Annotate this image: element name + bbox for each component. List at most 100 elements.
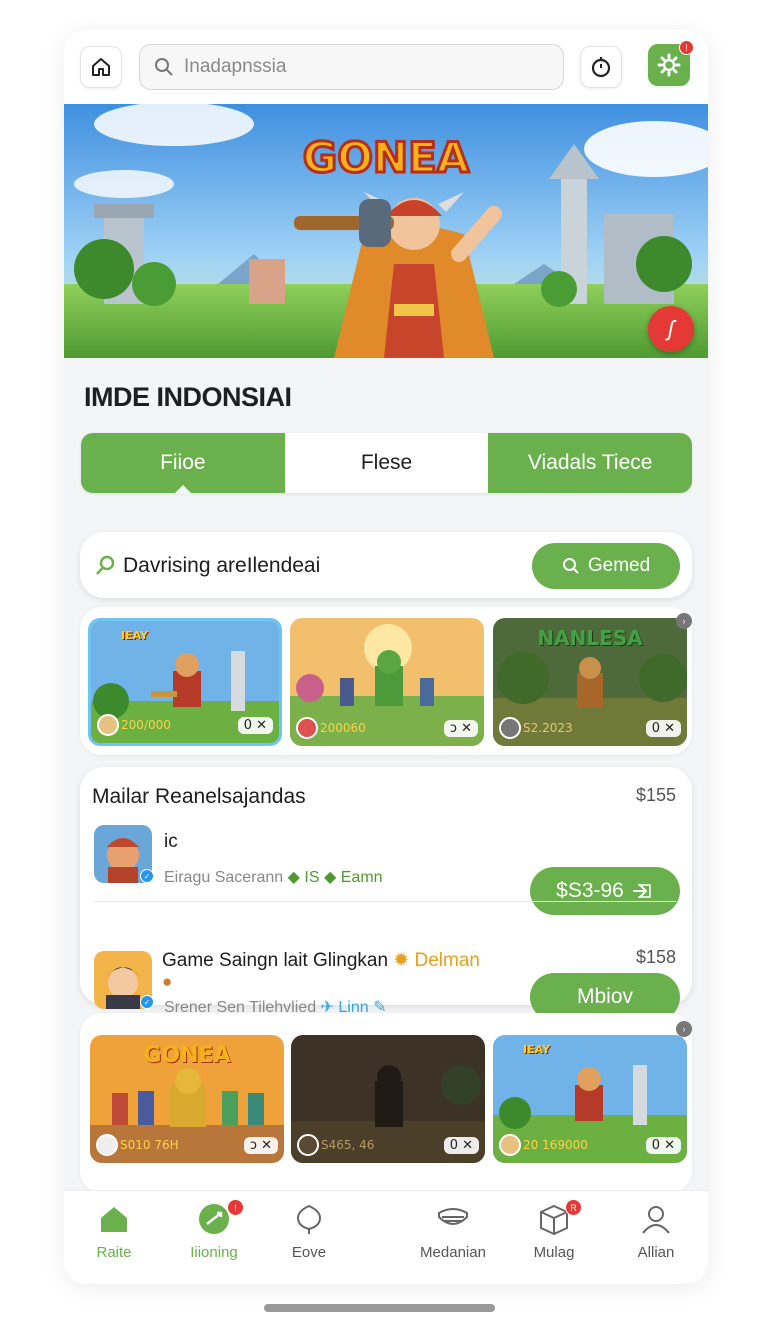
nav-item-allian[interactable]: Allian xyxy=(611,1203,701,1261)
game-card[interactable]: S465, 46 0 ✕ xyxy=(291,1035,485,1163)
nav-badge: ! xyxy=(227,1199,244,1216)
card-price: 200/000 xyxy=(121,718,171,732)
item-title-text: Game Saingn lait Glingkan xyxy=(162,950,389,971)
item-title: Game Saingn lait Glingkan ✹ Delman xyxy=(162,949,480,972)
gear-icon xyxy=(657,53,681,77)
listing-heading-price: $155 xyxy=(635,785,676,805)
price-button-label: $S3-96 xyxy=(556,879,624,902)
scroll-next-icon[interactable]: › xyxy=(676,1021,692,1037)
nav-label: Medanian xyxy=(420,1244,486,1261)
home-icon xyxy=(101,1207,127,1232)
card-controls[interactable]: 0 ✕ xyxy=(237,716,273,734)
coin-icon xyxy=(97,714,119,736)
active-tab-indicator xyxy=(173,485,192,494)
item-subtitle: Eiragu Sacerann ◆ IS ◆ Eamn xyxy=(164,867,383,887)
card-controls[interactable]: 0 ✕ xyxy=(443,1136,479,1154)
home-icon xyxy=(92,58,110,76)
timer-button[interactable] xyxy=(580,46,622,88)
verified-icon: ✓ xyxy=(140,995,154,1009)
home-button[interactable] xyxy=(80,46,122,88)
chat-icon xyxy=(199,1204,229,1234)
coin-icon xyxy=(499,717,521,739)
apple-icon: ● xyxy=(162,972,173,991)
settings-button[interactable]: ! xyxy=(648,40,694,86)
gem-icon: ◆ xyxy=(287,869,300,886)
gemed-button[interactable]: Gemed xyxy=(532,543,680,589)
hero-banner[interactable]: GONEA ʃ xyxy=(64,104,708,358)
tab-flese[interactable]: Flese xyxy=(284,433,489,493)
featured-search-label: Davrising areIlendeai xyxy=(123,554,321,577)
price-button[interactable]: $S3-96 xyxy=(530,867,680,915)
featured-search-bar[interactable]: Davrising areIlendeai Gemed xyxy=(80,532,692,598)
hero-play-badge[interactable]: ʃ xyxy=(648,306,694,352)
verified-icon: ✓ xyxy=(140,869,154,883)
tab-label: Fiioe xyxy=(160,451,206,474)
item-price: $158 xyxy=(635,947,676,967)
nav-label: Allian xyxy=(637,1244,675,1261)
game-card[interactable]: IEAY 200/000 0 ✕ xyxy=(88,618,282,746)
tab-fiioe[interactable]: Fiioe xyxy=(81,433,285,494)
nav-item-eove[interactable]: Eove xyxy=(264,1203,354,1261)
card-controls[interactable]: ↄ ✕ xyxy=(243,1136,278,1154)
search-bar[interactable] xyxy=(139,44,564,90)
search-input[interactable] xyxy=(184,56,544,78)
card-footer: S2.2023 0 ✕ xyxy=(499,716,681,740)
game-cards-row: GONEA S010 76H ↄ ✕ S465, 46 0 ✕ IEAY 20 … xyxy=(80,1013,692,1193)
game-card[interactable]: 200060 ↄ ✕ xyxy=(290,618,484,746)
search-icon xyxy=(562,558,579,574)
game-card[interactable]: NANLESA S2.2023 0 ✕ xyxy=(493,618,687,746)
item-title: ic xyxy=(164,831,178,852)
listing-heading: Mailar Reanelsajandas xyxy=(92,785,306,808)
nav-item-mulag[interactable]: R Mulag xyxy=(509,1199,599,1261)
card-price: 20 169000 xyxy=(523,1138,588,1152)
nav-label: Iiioning xyxy=(190,1244,238,1261)
card-price: S010 76H xyxy=(120,1138,179,1152)
card-price: 200060 xyxy=(320,721,366,735)
item-sub-prefix: Eiragu Sacerann xyxy=(164,869,284,886)
tab-label: Flese xyxy=(360,451,413,474)
card-controls[interactable]: 0 ✕ xyxy=(645,1136,681,1154)
coin-icon xyxy=(96,1134,118,1156)
card-footer: 200060 ↄ ✕ xyxy=(296,716,478,740)
hero-illustration: GONEA xyxy=(64,104,708,358)
game-cards-row: IEAY 200/000 0 ✕ 200060 ↄ ✕ NANLESA S2.2… xyxy=(80,607,692,755)
card-price: S465, 46 xyxy=(321,1138,375,1152)
home-indicator[interactable] xyxy=(264,1304,495,1312)
sun-icon: ✹ xyxy=(393,950,410,971)
helmet-icon xyxy=(438,1208,468,1225)
scroll-next-icon[interactable]: › xyxy=(676,613,692,629)
nav-item-raite[interactable]: Raite xyxy=(69,1203,159,1261)
game-card[interactable]: GONEA S010 76H ↄ ✕ xyxy=(90,1035,284,1163)
game-card[interactable]: IEAY 20 169000 0 ✕ xyxy=(493,1035,687,1163)
nav-badge: R xyxy=(565,1199,582,1216)
divider xyxy=(94,901,676,902)
timer-icon xyxy=(591,57,611,78)
nav-item-iiioning[interactable]: ! Iiioning xyxy=(169,1199,259,1261)
app-screen: ! xyxy=(64,30,708,1284)
card-price: S2.2023 xyxy=(523,721,573,735)
user-icon xyxy=(642,1206,670,1234)
category-tabs: Fiioe Flese Viadals Tiece xyxy=(81,433,693,494)
coin-icon xyxy=(499,1134,521,1156)
nav-label: Raite xyxy=(96,1244,132,1261)
nav-label: Mulag xyxy=(533,1244,575,1261)
card-controls[interactable]: ↄ ✕ xyxy=(443,719,478,737)
card-footer: S010 76H ↄ ✕ xyxy=(96,1133,278,1157)
card-title: IEAY xyxy=(523,1043,551,1056)
card-footer: 200/000 0 ✕ xyxy=(97,713,273,737)
shield-icon xyxy=(296,1204,322,1234)
notification-badge: ! xyxy=(679,40,694,55)
coin-icon xyxy=(297,1134,319,1156)
search-icon xyxy=(96,555,115,575)
tab-viadals-tiece[interactable]: Viadals Tiece xyxy=(488,433,693,493)
card-controls[interactable]: 0 ✕ xyxy=(645,719,681,737)
arrow-right-icon xyxy=(632,884,651,898)
hero-title: GONEA xyxy=(303,133,470,182)
card-title: NANLESA xyxy=(537,626,643,650)
card-title: GONEA xyxy=(143,1043,231,1068)
card-footer: 20 169000 0 ✕ xyxy=(499,1133,681,1157)
listing-panel: Mailar Reanelsajandas $155 ✓ ic Eiragu S… xyxy=(80,767,692,1021)
nav-item-medanian[interactable]: Medanian xyxy=(408,1203,498,1261)
top-bar: ! xyxy=(64,30,708,104)
section-title: IMDE INDONSIAI xyxy=(84,382,292,412)
